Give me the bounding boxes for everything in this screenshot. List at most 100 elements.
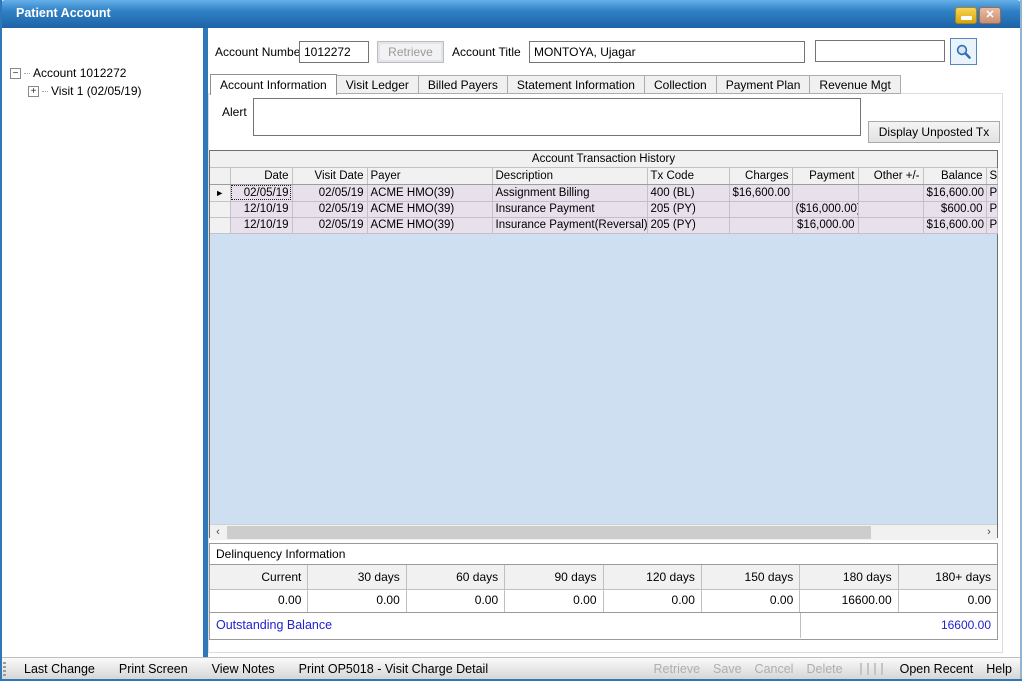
col-header-charges[interactable]: Charges (729, 168, 792, 184)
cell-description[interactable]: Assignment Billing (492, 184, 647, 201)
col-header-status[interactable]: Sta (986, 168, 997, 184)
help-button[interactable]: Help (986, 662, 1012, 676)
cell-other[interactable] (858, 201, 923, 217)
search-input[interactable] (815, 40, 945, 62)
tab-billed-payers[interactable]: Billed Payers (419, 75, 508, 94)
close-icon: ✕ (985, 9, 994, 21)
outstanding-balance-label: Outstanding Balance (210, 613, 800, 638)
print-screen-button[interactable]: Print Screen (119, 662, 188, 676)
cell-description[interactable]: Insurance Payment (492, 201, 647, 217)
current-row-arrow-icon: ► (215, 188, 224, 198)
cell-balance[interactable]: $16,600.00 (923, 184, 986, 201)
close-button[interactable]: ✕ (979, 7, 1001, 24)
cell-visit-date[interactable]: 02/05/19 (292, 217, 367, 233)
account-number-input[interactable] (299, 41, 369, 63)
cell-charges[interactable]: $16,600.00 (729, 184, 792, 201)
cell-payment[interactable]: $16,000.00 (792, 217, 858, 233)
account-title-input[interactable] (529, 41, 805, 63)
delinquency-value-60: 0.00 (407, 590, 505, 612)
tree-connector (24, 73, 30, 74)
table-row[interactable]: 12/10/19 02/05/19 ACME HMO(39) Insurance… (210, 217, 997, 233)
cell-status[interactable]: Po (986, 184, 997, 201)
col-header-description[interactable]: Description (492, 168, 647, 184)
cell-date[interactable]: 12/10/19 (230, 201, 292, 217)
row-selector-header (210, 168, 230, 184)
cancel-button: Cancel (755, 662, 794, 676)
table-row[interactable]: 12/10/19 02/05/19 ACME HMO(39) Insurance… (210, 201, 997, 217)
tab-revenue-mgt[interactable]: Revenue Mgt (810, 75, 900, 94)
cell-visit-date[interactable]: 02/05/19 (292, 201, 367, 217)
delinquency-value-120: 0.00 (604, 590, 702, 612)
print-op5018-button[interactable]: Print OP5018 - Visit Charge Detail (299, 662, 488, 676)
tree-node-account[interactable]: −Account 1012272 (10, 66, 126, 80)
cell-tx-code[interactable]: 205 (PY) (647, 217, 729, 233)
cell-payment[interactable] (792, 184, 858, 201)
cell-description[interactable]: Insurance Payment(Reversal) (492, 217, 647, 233)
row-selector-cell[interactable] (210, 217, 230, 233)
cell-tx-code[interactable]: 400 (BL) (647, 184, 729, 201)
tab-visit-ledger[interactable]: Visit Ledger (337, 75, 419, 94)
minimize-button[interactable] (955, 7, 977, 24)
statusbar-right-group: Retrieve Save Cancel Delete Open Recent … (654, 662, 1013, 676)
horizontal-scrollbar[interactable]: ‹ › (210, 524, 997, 540)
display-unposted-tx-button[interactable]: Display Unposted Tx (868, 121, 1000, 143)
minimize-icon (961, 16, 972, 20)
grip-icon (3, 662, 6, 676)
view-notes-button[interactable]: View Notes (212, 662, 275, 676)
delinquency-value-30: 0.00 (308, 590, 406, 612)
statusbar-left-group: Last Change Print Screen View Notes Prin… (24, 662, 488, 676)
cell-other[interactable] (858, 184, 923, 201)
cell-status[interactable]: Po (986, 201, 997, 217)
row-selector-cell[interactable] (210, 201, 230, 217)
col-header-payment[interactable]: Payment (792, 168, 858, 184)
scroll-right-icon[interactable]: › (981, 525, 997, 540)
last-change-button[interactable]: Last Change (24, 662, 95, 676)
table-row[interactable]: ► 02/05/19 02/05/19 ACME HMO(39) Assignm… (210, 184, 997, 201)
search-icon (955, 43, 972, 60)
cell-visit-date[interactable]: 02/05/19 (292, 184, 367, 201)
tab-payment-plan[interactable]: Payment Plan (717, 75, 811, 94)
tab-collection[interactable]: Collection (645, 75, 717, 94)
scrollbar-thumb[interactable] (227, 526, 871, 539)
statusbar-separators (860, 663, 883, 675)
col-header-balance[interactable]: Balance (923, 168, 986, 184)
cell-balance[interactable]: $16,600.00 (923, 217, 986, 233)
search-button[interactable] (950, 38, 977, 65)
tree-connector (42, 91, 48, 92)
col-header-date[interactable]: Date (230, 168, 292, 184)
alert-textbox[interactable] (253, 98, 861, 136)
cell-other[interactable] (858, 217, 923, 233)
tab-statement-information[interactable]: Statement Information (508, 75, 645, 94)
col-header-tx-code[interactable]: Tx Code (647, 168, 729, 184)
tab-account-information[interactable]: Account Information (210, 74, 337, 95)
cell-status[interactable]: Po (986, 217, 997, 233)
col-header-payer[interactable]: Payer (367, 168, 492, 184)
expand-icon[interactable]: + (28, 86, 39, 97)
delinquency-col-120: 120 days (604, 565, 702, 589)
col-header-other[interactable]: Other +/- (858, 168, 923, 184)
cell-payer[interactable]: ACME HMO(39) (367, 217, 492, 233)
cell-charges[interactable] (729, 217, 792, 233)
retrieve-status-button: Retrieve (654, 662, 701, 676)
cell-charges[interactable] (729, 201, 792, 217)
cell-payer[interactable]: ACME HMO(39) (367, 201, 492, 217)
col-header-visit-date[interactable]: Visit Date (292, 168, 367, 184)
delinquency-header-row: Current 30 days 60 days 90 days 120 days… (210, 565, 997, 590)
row-selector-cell[interactable]: ► (210, 184, 230, 201)
delinquency-values-row: 0.00 0.00 0.00 0.00 0.00 0.00 16600.00 0… (210, 590, 997, 612)
account-number-label: Account Number (215, 45, 304, 59)
grid-empty-area (210, 234, 997, 524)
retrieve-button[interactable]: Retrieve (377, 41, 444, 63)
collapse-icon[interactable]: − (10, 68, 21, 79)
cell-tx-code[interactable]: 205 (PY) (647, 201, 729, 217)
cell-payer[interactable]: ACME HMO(39) (367, 184, 492, 201)
tree-node-visit[interactable]: +Visit 1 (02/05/19) (28, 84, 142, 98)
cell-payment[interactable]: ($16,000.00) (792, 201, 858, 217)
main-area: Account Number Retrieve Account Title Ac… (208, 28, 1020, 657)
cell-date[interactable]: 12/10/19 (230, 217, 292, 233)
open-recent-button[interactable]: Open Recent (900, 662, 974, 676)
cell-date[interactable]: 02/05/19 (230, 184, 292, 201)
scroll-left-icon[interactable]: ‹ (210, 525, 226, 540)
delinquency-value-current: 0.00 (210, 590, 308, 612)
cell-balance[interactable]: $600.00 (923, 201, 986, 217)
